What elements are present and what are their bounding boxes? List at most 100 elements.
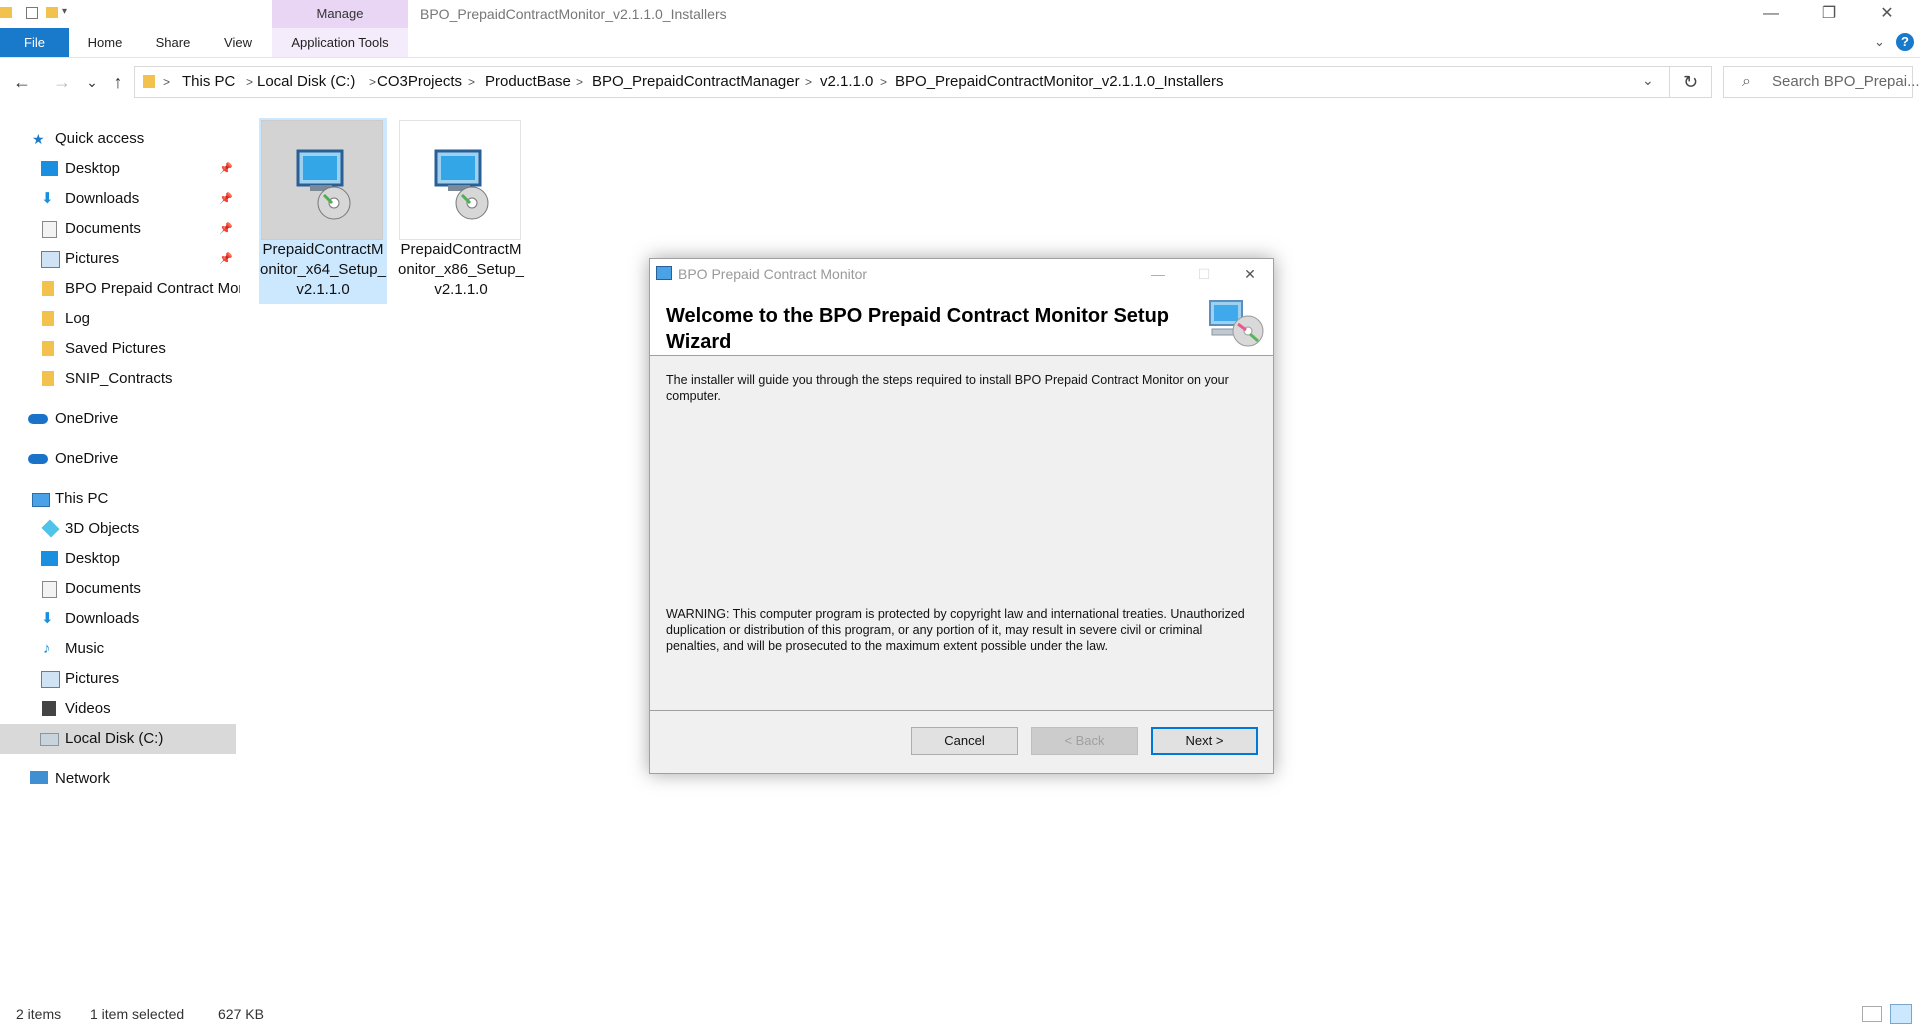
nav-item-music[interactable]: ♪ Music	[0, 634, 236, 664]
nav-item-pc-desktop[interactable]: Desktop	[0, 544, 236, 574]
nav-item-3d-objects[interactable]: 3D Objects	[0, 514, 236, 544]
dialog-maximize-button[interactable]: ☐	[1181, 259, 1227, 289]
file-item[interactable]: PrepaidContractMonitor_x64_Setup_v2.1.1.…	[259, 118, 387, 304]
tab-view[interactable]: View	[214, 28, 262, 57]
nav-network[interactable]: Network	[0, 764, 236, 794]
folder-icon	[42, 341, 54, 356]
address-bar[interactable]: > This PC > Local Disk (C:) > CO3Project…	[134, 66, 1670, 98]
pin-icon[interactable]: 📌	[219, 244, 233, 274]
cloud-icon	[28, 414, 48, 424]
nav-item-pc-pictures[interactable]: Pictures	[0, 664, 236, 694]
expand-ribbon-icon[interactable]: ⌄	[1874, 34, 1885, 50]
nav-item-pc-documents[interactable]: Documents	[0, 574, 236, 604]
star-icon: ★	[32, 131, 45, 147]
breadcrumb-bpo-prepaidcontractmanager[interactable]: BPO_PrepaidContractManager	[592, 67, 800, 97]
nav-label: BPO Prepaid Contract Monitor	[65, 280, 240, 297]
breadcrumb-this-pc[interactable]: This PC	[182, 67, 235, 97]
title-bar: ▾ Manage BPO_PrepaidContractMonitor_v2.1…	[0, 0, 1920, 28]
file-item[interactable]: PrepaidContractMonitor_x86_Setup_v2.1.1.…	[397, 118, 525, 304]
dialog-close-button[interactable]: ✕	[1227, 259, 1273, 289]
nav-label: Log	[65, 310, 91, 327]
nav-item-downloads[interactable]: ⬇ Downloads 📌	[0, 184, 236, 214]
nav-this-pc[interactable]: This PC	[0, 484, 236, 514]
nav-item-pc-downloads[interactable]: ⬇ Downloads	[0, 604, 236, 634]
refresh-button[interactable]: ↻	[1670, 66, 1712, 98]
back-button[interactable]: ←	[10, 70, 34, 94]
nav-label: Pictures	[65, 250, 120, 267]
pin-icon[interactable]: 📌	[219, 154, 233, 184]
nav-item-local-disk[interactable]: Local Disk (C:)	[0, 724, 236, 754]
nav-label: Desktop	[65, 550, 121, 567]
folder-icon	[143, 75, 155, 88]
breadcrumb-separator[interactable]: >	[163, 67, 170, 97]
restore-button[interactable]: ❐	[1800, 0, 1858, 28]
breadcrumb-separator[interactable]: >	[369, 67, 376, 97]
large-icons-view-icon[interactable]	[1890, 1004, 1912, 1024]
tab-home[interactable]: Home	[80, 28, 130, 57]
pin-icon[interactable]: 📌	[219, 184, 233, 214]
window-title: BPO_PrepaidContractMonitor_v2.1.1.0_Inst…	[420, 6, 727, 22]
search-box[interactable]: ⌕ Search BPO_Prepai...	[1723, 66, 1920, 98]
nav-item-desktop[interactable]: Desktop 📌	[0, 154, 236, 184]
nav-item-documents[interactable]: Documents 📌	[0, 214, 236, 244]
drive-icon	[40, 733, 59, 746]
breadcrumb-current-folder[interactable]: BPO_PrepaidContractMonitor_v2.1.1.0_Inst…	[895, 67, 1224, 97]
up-button[interactable]: ↑	[106, 70, 130, 94]
forward-button[interactable]: →	[50, 70, 74, 94]
breadcrumb-separator[interactable]: >	[805, 67, 812, 97]
dialog-minimize-button[interactable]: —	[1135, 259, 1181, 289]
tab-file[interactable]: File	[0, 28, 69, 57]
download-icon: ⬇	[41, 190, 54, 207]
tab-share[interactable]: Share	[148, 28, 198, 57]
search-input[interactable]: Search BPO_Prepai...	[1772, 67, 1920, 97]
back-button[interactable]: < Back	[1031, 727, 1138, 755]
dialog-divider	[650, 710, 1273, 711]
help-icon[interactable]: ?	[1896, 33, 1914, 51]
nav-onedrive-2[interactable]: OneDrive	[0, 444, 236, 474]
nav-label: Documents	[65, 220, 141, 237]
minimize-button[interactable]: —	[1742, 0, 1800, 28]
folder-icon	[42, 281, 54, 296]
details-view-icon[interactable]	[1862, 1006, 1882, 1022]
installer-icon	[261, 120, 383, 240]
nav-item-pictures[interactable]: Pictures 📌	[0, 244, 236, 274]
nav-item-videos[interactable]: Videos	[0, 694, 236, 724]
cancel-button[interactable]: Cancel	[911, 727, 1018, 755]
new-folder-icon[interactable]	[46, 7, 58, 18]
file-name: PrepaidContractMonitor_x64_Setup_v2.1.1.…	[260, 241, 386, 298]
breadcrumb-separator[interactable]: >	[246, 67, 253, 97]
breadcrumb-separator[interactable]: >	[576, 67, 583, 97]
recent-locations-button[interactable]: ⌄	[80, 70, 104, 94]
installer-icon	[656, 266, 672, 280]
cube-icon	[41, 519, 60, 538]
breadcrumb-productbase[interactable]: ProductBase	[485, 67, 571, 97]
breadcrumb-separator[interactable]: >	[880, 67, 887, 97]
close-button[interactable]: ✕	[1858, 0, 1916, 28]
breadcrumb-local-disk[interactable]: Local Disk (C:)	[257, 67, 355, 97]
address-dropdown-button[interactable]: ⌄	[1642, 72, 1654, 89]
tab-application-tools[interactable]: Application Tools	[272, 28, 408, 57]
breadcrumb-separator[interactable]: >	[468, 67, 475, 97]
nav-item-snip-contracts[interactable]: SNIP_Contracts	[0, 364, 236, 394]
folder-icon	[42, 371, 54, 386]
folder-icon	[42, 311, 54, 326]
manage-context-tab[interactable]: Manage	[272, 0, 408, 28]
pin-icon[interactable]: 📌	[219, 214, 233, 244]
nav-item-saved-pictures[interactable]: Saved Pictures	[0, 334, 236, 364]
properties-icon[interactable]	[26, 7, 38, 19]
nav-onedrive-1[interactable]: OneDrive	[0, 404, 236, 434]
breadcrumb-co3projects[interactable]: CO3Projects	[377, 67, 462, 97]
nav-label: Documents	[65, 580, 141, 597]
nav-label: Saved Pictures	[65, 340, 166, 357]
navigation-bar: ← → ⌄ ↑ > This PC > Local Disk (C:) > CO…	[0, 58, 1920, 106]
item-count: 2 items	[16, 1006, 62, 1022]
pictures-icon	[41, 671, 60, 688]
nav-item-bpo-prepaid-contract-monitor[interactable]: BPO Prepaid Contract Monitor	[0, 274, 240, 304]
folder-icon[interactable]	[0, 7, 12, 18]
nav-item-log[interactable]: Log	[0, 304, 236, 334]
customize-toolbar-icon[interactable]: ▾	[62, 6, 67, 17]
setup-wizard-dialog: BPO Prepaid Contract Monitor — ☐ ✕ Welco…	[649, 258, 1274, 774]
nav-quick-access[interactable]: ★ Quick access	[0, 124, 236, 154]
next-button[interactable]: Next >	[1151, 727, 1258, 755]
breadcrumb-version[interactable]: v2.1.1.0	[820, 67, 873, 97]
